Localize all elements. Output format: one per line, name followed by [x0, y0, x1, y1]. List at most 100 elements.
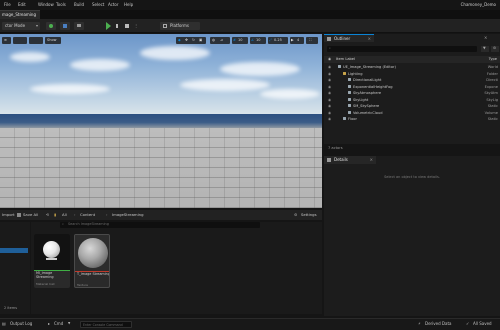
menu-help[interactable]: Help [124, 3, 133, 7]
derived-data-button[interactable]: Derived Data [425, 322, 452, 326]
camera-icon: ▶ [291, 37, 294, 42]
output-log-button[interactable]: Output Log [10, 322, 32, 326]
menu-edit[interactable]: Edit [18, 3, 26, 7]
rotation-snap-button[interactable]: ∠ 10 [250, 37, 266, 44]
outliner-row[interactable]: ◉ Lighting Folder [324, 71, 500, 77]
actor-icon [338, 65, 341, 68]
grid-snap-button[interactable]: # 10 [232, 37, 248, 44]
outliner-row-label: SkyLight [353, 97, 369, 102]
cmd-button[interactable]: Cmd [54, 322, 63, 326]
save-all-button[interactable]: Save All [23, 213, 38, 217]
close-icon[interactable]: × [368, 37, 371, 41]
asset-card-texture[interactable]: T_Image Streaming Texture [74, 234, 110, 288]
content-browser-search-input[interactable]: ⌕ Search ImageStreaming [60, 222, 260, 228]
actor-icon [348, 78, 351, 81]
viewport-menu-button[interactable]: ≡ [2, 37, 11, 44]
visibility-icon[interactable]: ◉ [328, 98, 331, 102]
outliner-row[interactable]: ◉ VolumetricCloud Volume [324, 110, 500, 116]
cinematics-button[interactable] [74, 22, 84, 30]
level-tab-row: mage_Streaming [0, 10, 500, 19]
outliner-row-type: SkyAtm [484, 91, 498, 95]
breadcrumb-all[interactable]: All [62, 213, 67, 217]
outliner-settings-button[interactable]: ⚙ [491, 46, 499, 52]
outliner-panel: Outliner × × ⌕ ▼ ⚙ ◉ Item Label Type ◉ UE… [324, 34, 500, 150]
visibility-icon[interactable]: ◉ [328, 117, 331, 121]
rotate-icon: ↻ [192, 37, 195, 42]
outliner-row[interactable]: ◉ SkyLight SkyLig [324, 97, 500, 103]
asset-name: T_Image Streaming [77, 272, 110, 276]
transform-tools[interactable]: ◆ ✥ ↻ ▣ [176, 37, 206, 44]
menu-select[interactable]: Select [92, 3, 104, 7]
visibility-icon[interactable]: ◉ [328, 78, 331, 82]
outliner-row[interactable]: ◉ DirectionalLight Directi [324, 77, 500, 83]
visibility-icon[interactable]: ◉ [328, 91, 331, 95]
column-item-label[interactable]: Item Label [336, 57, 355, 62]
scale-snap-button[interactable]: ⤢ 0.25 [268, 37, 288, 44]
all-saved-button[interactable]: All Saved [473, 322, 492, 326]
outliner-row-label: Floor [348, 117, 357, 121]
stop-button[interactable] [123, 22, 131, 30]
asset-card-material[interactable]: MI_Image Streaming Material Inst [34, 234, 70, 288]
viewport-show-button[interactable]: Show [45, 37, 61, 44]
maximize-viewport-button[interactable]: ⛶ [306, 37, 318, 44]
history-icon[interactable]: ⟲ [46, 213, 49, 217]
menu-window[interactable]: Window [38, 3, 54, 7]
visibility-icon[interactable]: ◉ [328, 104, 331, 108]
details-tab[interactable]: Details × [324, 156, 376, 164]
play-button[interactable] [104, 22, 113, 30]
filter-icon: ▼ [483, 46, 486, 50]
close-panel-icon[interactable]: × [484, 35, 487, 40]
breadcrumb-imagestreaming[interactable]: ImageStreaming [112, 213, 144, 217]
outliner-row-type: Folder [486, 71, 498, 76]
outliner-row[interactable]: ◉ SkyAtmosphere SkyAtm [324, 90, 500, 96]
outliner-filter-button[interactable]: ▼ [481, 46, 489, 52]
menu-tools[interactable]: Tools [56, 3, 66, 7]
menu-actor[interactable]: Actor [108, 3, 119, 7]
outliner-row-label: UE_Image_Streaming (Editor) [343, 65, 396, 69]
visibility-icon[interactable]: ◉ [328, 85, 331, 89]
level-tab[interactable]: mage_Streaming [0, 10, 40, 19]
menu-file[interactable]: File [4, 3, 11, 7]
close-icon[interactable]: × [370, 158, 373, 162]
outliner-search-input[interactable]: ⌕ [327, 46, 477, 52]
cloud [70, 59, 130, 71]
viewport-perspective-button[interactable] [13, 37, 27, 44]
outliner-row[interactable]: ◉ SM_SkySphere Static [324, 103, 500, 109]
level-viewport[interactable]: ≡ Show ◆ ✥ ↻ ▣ ◍ ⊿ # 10 ∠ 10 ⤢ 0.25 ▶ 4 … [0, 34, 322, 208]
stop-icon [125, 24, 129, 28]
outliner-row-type: Directi [486, 78, 498, 82]
visibility-icon[interactable]: ◉ [328, 65, 331, 69]
platforms-label: Platforms [170, 23, 189, 28]
visibility-icon[interactable]: ◉ [328, 72, 331, 76]
content-drawer-icon[interactable]: ▤ [2, 322, 6, 326]
step-button[interactable] [114, 22, 122, 30]
menu-build[interactable]: Build [74, 3, 84, 7]
outliner-row-label: DirectionalLight [353, 78, 382, 82]
viewport-lit-button[interactable] [29, 37, 43, 44]
cloud [220, 62, 300, 76]
outliner-row[interactable]: ◉ UE_Image_Streaming (Editor) World [324, 64, 500, 70]
world-local-toggle[interactable]: ◍ ⊿ [210, 37, 230, 44]
grid-snap-value: 10 [238, 37, 243, 42]
column-type[interactable]: Type [489, 57, 497, 62]
outliner-row[interactable]: ◉ Floor Static [324, 116, 500, 122]
outliner-row[interactable]: ◉ ExponentialHeightFog Expone [324, 84, 500, 90]
camera-speed-button[interactable]: ▶ 4 [290, 37, 304, 44]
visibility-icon[interactable]: ◉ [328, 111, 331, 115]
items-count: 2 items [4, 306, 18, 310]
outliner-row-label: ExponentialHeightFog [353, 84, 393, 89]
add-actor-button[interactable] [46, 22, 56, 30]
breadcrumb-content[interactable]: Content [80, 213, 95, 217]
console-command-input[interactable]: Enter Console Command [80, 321, 132, 328]
derived-data-icon: ⚡ [418, 321, 421, 326]
mode-selector[interactable]: ctor Mode [2, 22, 40, 30]
outliner-tab[interactable]: Outliner × [324, 34, 374, 42]
settings-button[interactable]: Settings [301, 213, 317, 217]
content-browser-sources [0, 222, 30, 314]
play-options-button[interactable]: ⋮ [132, 22, 140, 30]
project-name: Chamoney_Demo [460, 2, 496, 7]
selected-folder[interactable] [0, 248, 28, 253]
import-button[interactable]: Import [2, 213, 15, 217]
platforms-button[interactable]: Platforms [160, 22, 200, 30]
blueprint-button[interactable] [60, 22, 70, 30]
